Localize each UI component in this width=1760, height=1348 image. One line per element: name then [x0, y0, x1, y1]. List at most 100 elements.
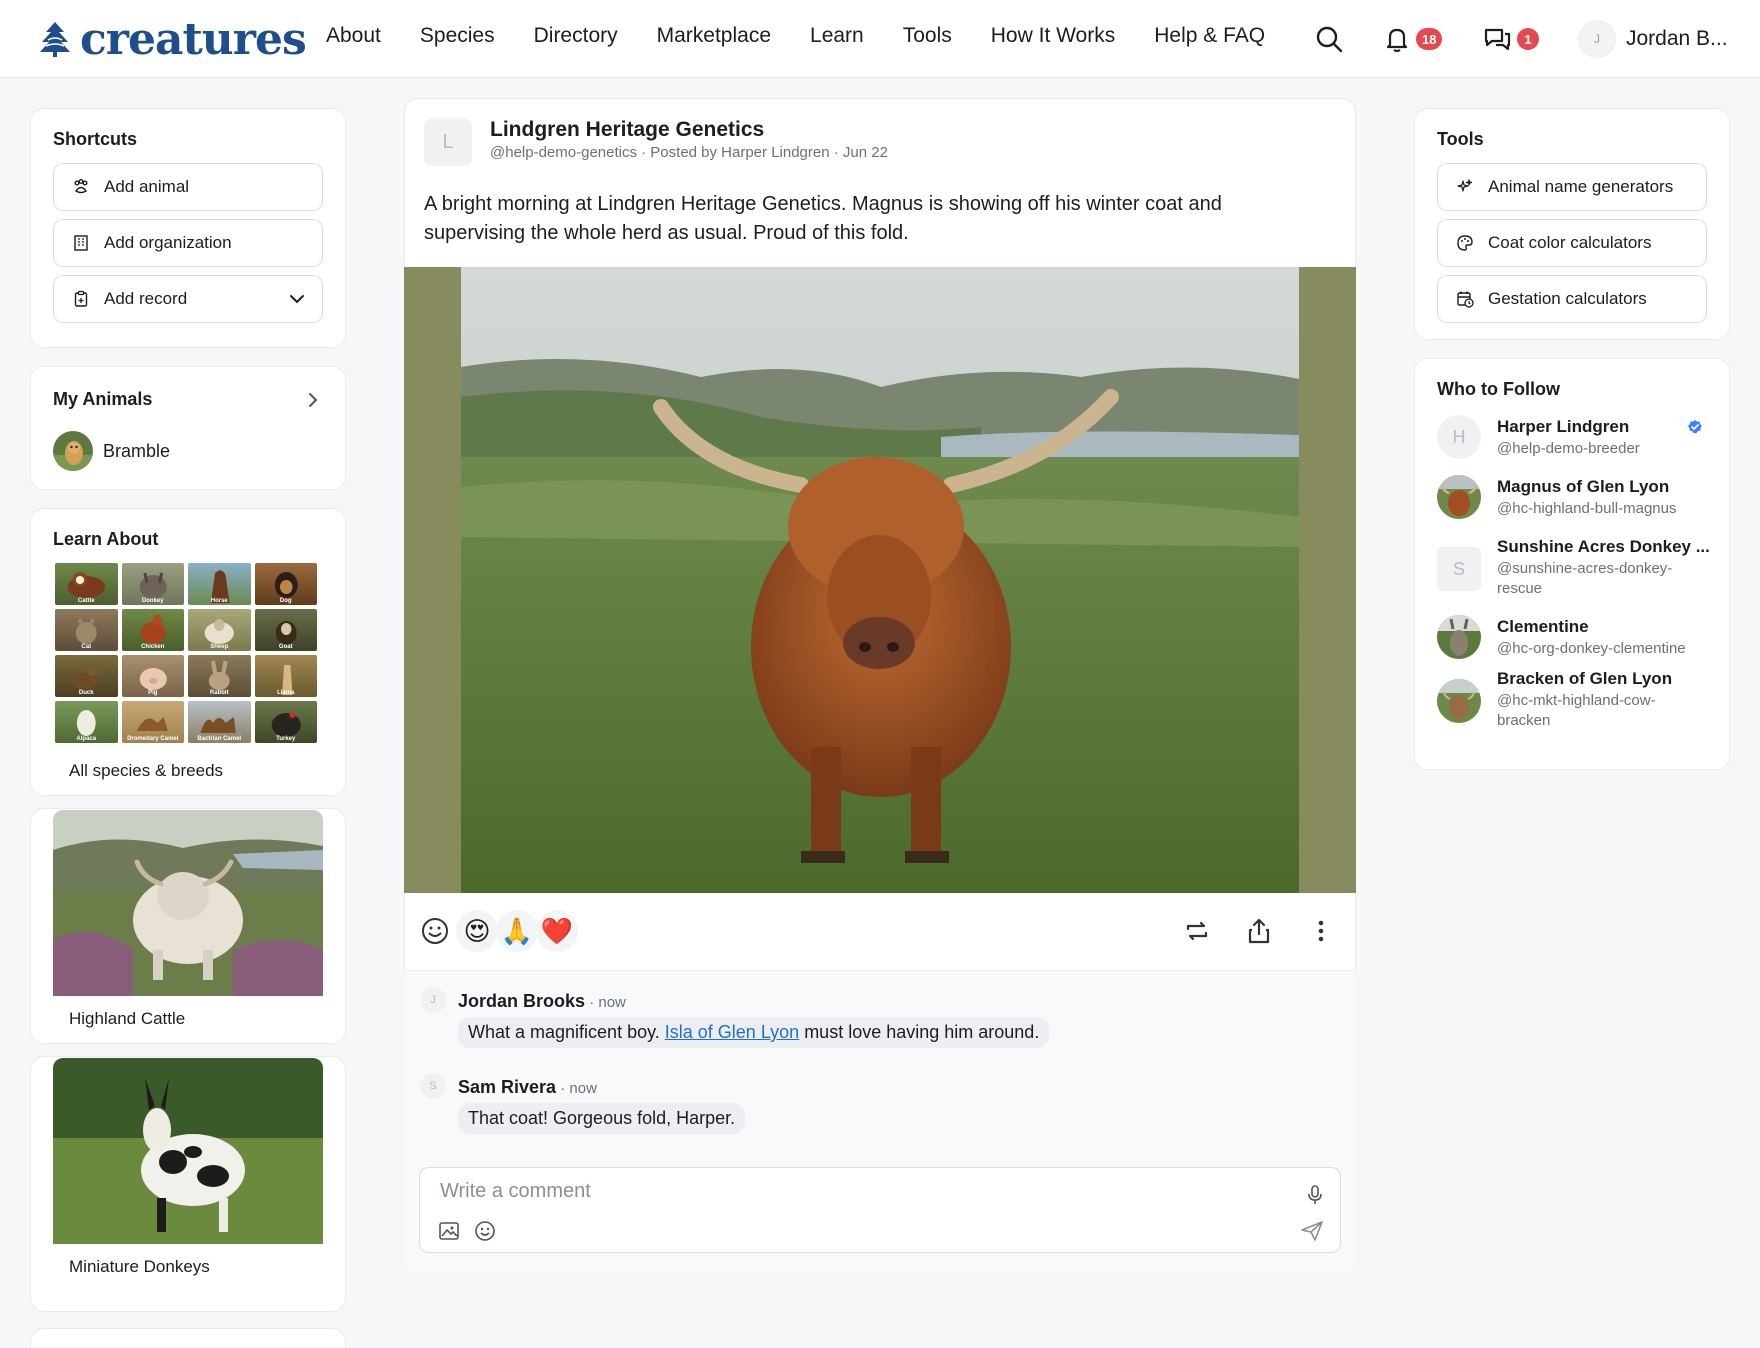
comment-time: · now — [556, 1080, 597, 1097]
species-rabbit-tile[interactable]: Rabbit — [188, 655, 251, 697]
bramble-avatar — [53, 431, 93, 471]
share-icon[interactable] — [1244, 916, 1274, 946]
add-animal-button[interactable]: Add animal — [53, 163, 323, 211]
follow-name: Clementine — [1497, 617, 1589, 636]
shortcuts-title: Shortcuts — [53, 129, 138, 149]
follow-avatar: S — [1437, 547, 1481, 591]
who-to-follow-card: Who to Follow H Harper Lindgren @help-de… — [1414, 358, 1730, 770]
top-navigation-bar: creatures About Species Directory Market… — [0, 0, 1760, 78]
animal-list-item[interactable]: Bramble — [53, 429, 323, 473]
follow-handle: @sunshine-acres-donkey-rescue — [1497, 560, 1673, 597]
add-organization-button[interactable]: Add organization — [53, 219, 323, 267]
learn-about-title: Learn About — [53, 529, 159, 549]
species-chicken-tile[interactable]: Chicken — [121, 609, 184, 651]
user-menu-name[interactable]: Jordan B... — [1626, 27, 1728, 51]
follow-suggestion[interactable]: Clementine @hc-org-donkey-clementine — [1415, 615, 1725, 663]
species-alpaca-tile[interactable]: Alpaca — [55, 701, 118, 743]
comment-time: · now — [585, 994, 626, 1011]
species-bactrian-camel-tile[interactable]: Bactrian Camel — [188, 701, 251, 743]
follow-suggestion[interactable]: Magnus of Glen Lyon @hc-highland-bull-ma… — [1415, 475, 1725, 523]
animal-name-generators-button[interactable]: Animal name generators — [1437, 163, 1707, 211]
commenter-avatar[interactable]: S — [420, 1073, 446, 1099]
species-cat-tile[interactable]: Cat — [55, 609, 118, 651]
repost-icon[interactable] — [1182, 916, 1212, 946]
follow-avatar — [1437, 615, 1481, 659]
follow-handle: @hc-org-donkey-clementine — [1497, 640, 1686, 657]
species-sheep-tile[interactable]: Sheep — [188, 609, 251, 651]
all-species-link[interactable]: All species & breeds — [69, 761, 223, 781]
send-icon[interactable] — [1300, 1220, 1324, 1242]
tools-title: Tools — [1437, 129, 1484, 149]
coat-color-calculators-button[interactable]: Coat color calculators — [1437, 219, 1707, 267]
my-animals-title[interactable]: My Animals — [53, 389, 152, 410]
species-goat-tile[interactable]: Goat — [254, 609, 317, 651]
comment-composer — [419, 1167, 1341, 1253]
comment-input[interactable] — [440, 1180, 1240, 1203]
species-dromedary-camel-tile[interactable]: Dromedary Camel — [121, 701, 184, 743]
follow-name: Harper Lindgren — [1497, 417, 1630, 436]
follow-suggestion[interactable]: H Harper Lindgren @help-demo-breeder — [1415, 415, 1725, 463]
follow-suggestion[interactable]: Bracken of Glen Lyon @hc-mkt-highland-co… — [1415, 667, 1725, 733]
highland-cattle-card[interactable]: Highland Cattle — [30, 808, 346, 1044]
nav-learn[interactable]: Learn — [810, 24, 864, 48]
nav-about[interactable]: About — [326, 24, 381, 48]
species-llama-tile[interactable]: Llama — [254, 655, 317, 697]
image-upload-icon[interactable] — [438, 1220, 460, 1242]
species-cattle-tile[interactable]: Cattle — [55, 563, 118, 605]
add-reaction-icon[interactable] — [420, 916, 450, 946]
follow-suggestion[interactable]: S Sunshine Acres Donkey ... @sunshine-ac… — [1415, 535, 1725, 601]
species-grid[interactable]: Cattle Donkey Horse Dog Cat Chicken Shee… — [55, 563, 317, 743]
emoji-picker-icon[interactable] — [474, 1220, 496, 1242]
left-sidebar-next-card — [30, 1328, 346, 1348]
species-dog-tile[interactable]: Dog — [254, 563, 317, 605]
add-record-dropdown[interactable]: Add record — [53, 275, 323, 323]
gestation-calculators-button[interactable]: Gestation calculators — [1437, 275, 1707, 323]
palette-icon — [1456, 234, 1474, 252]
species-duck-tile[interactable]: Duck — [55, 655, 118, 697]
species-turkey-tile[interactable]: Turkey — [254, 701, 317, 743]
chat-icon[interactable] — [1482, 24, 1512, 54]
nav-directory[interactable]: Directory — [534, 24, 618, 48]
tools-card: Tools Animal name generators Coat color … — [1414, 108, 1730, 340]
more-options-icon[interactable] — [1306, 916, 1336, 946]
bell-icon[interactable] — [1382, 24, 1412, 54]
species-pig-tile[interactable]: Pig — [121, 655, 184, 697]
reaction-heart-eyes[interactable]: 😍 — [456, 910, 498, 952]
search-icon[interactable] — [1314, 24, 1344, 54]
species-donkey-tile[interactable]: Donkey — [121, 563, 184, 605]
sparkles-icon — [1456, 178, 1474, 196]
mention-link[interactable]: Isla of Glen Lyon — [665, 1022, 799, 1042]
user-avatar[interactable]: J — [1578, 20, 1616, 58]
post-author-avatar[interactable]: L — [424, 118, 472, 166]
highland-cattle-image — [53, 810, 323, 996]
post-photo-frame[interactable] — [404, 267, 1356, 893]
commenter-name[interactable]: Sam Rivera · now — [458, 1077, 597, 1098]
my-animals-card: My Animals Bramble — [30, 366, 346, 490]
nav-species[interactable]: Species — [420, 24, 495, 48]
learn-about-card: Learn About Cattle Donkey Horse Dog Cat … — [30, 508, 346, 796]
comment-bubble: That coat! Gorgeous fold, Harper. — [458, 1103, 746, 1134]
animal-name: Bramble — [103, 441, 171, 461]
commenter-avatar[interactable]: J — [420, 987, 446, 1013]
notification-count-badge: 18 — [1416, 28, 1443, 50]
nav-help-faq[interactable]: Help & FAQ — [1154, 24, 1265, 48]
post-author-name[interactable]: Lindgren Heritage Genetics — [490, 118, 764, 142]
microphone-icon[interactable] — [1306, 1184, 1324, 1206]
highland-bull-photo — [461, 267, 1299, 893]
brand-name: creatures — [80, 13, 307, 65]
follow-handle: @hc-mkt-highland-cow-bracken — [1497, 692, 1656, 729]
species-horse-tile[interactable]: Horse — [188, 563, 251, 605]
reaction-heart[interactable]: ❤️ — [536, 910, 578, 952]
nav-tools[interactable]: Tools — [903, 24, 952, 48]
miniature-donkeys-card[interactable]: Miniature Donkeys — [30, 1056, 346, 1312]
reaction-pray[interactable]: 🙏 — [496, 910, 538, 952]
add-animal-label: Add animal — [104, 177, 190, 196]
clipboard-icon — [72, 290, 90, 308]
brand-logo[interactable]: creatures — [38, 12, 307, 66]
post-meta: @help-demo-genetics · Posted by Harper L… — [490, 144, 888, 161]
commenter-name[interactable]: Jordan Brooks · now — [458, 991, 626, 1012]
follow-name: Magnus of Glen Lyon — [1497, 477, 1670, 496]
chevron-right-icon[interactable] — [305, 391, 321, 409]
nav-marketplace[interactable]: Marketplace — [657, 24, 771, 48]
nav-how-it-works[interactable]: How It Works — [991, 24, 1115, 48]
